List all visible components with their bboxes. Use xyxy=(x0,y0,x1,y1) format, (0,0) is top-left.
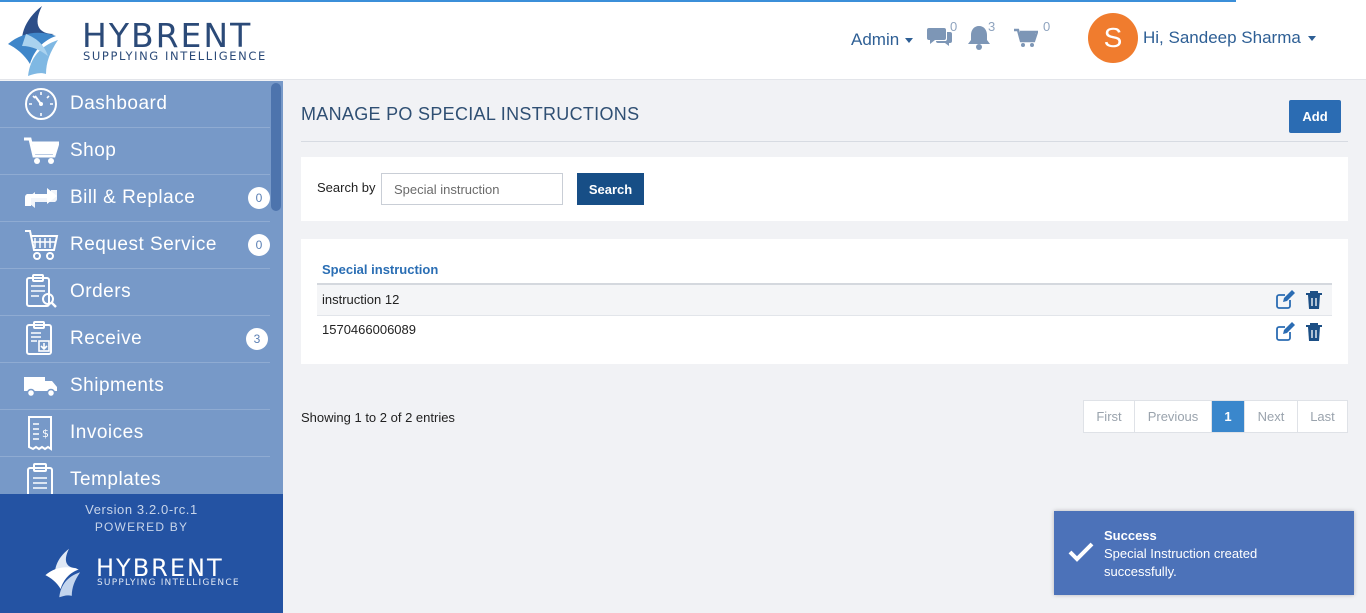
chevron-down-icon xyxy=(905,37,914,43)
entries-info: Showing 1 to 2 of 2 entries xyxy=(301,410,455,425)
svg-text:$: $ xyxy=(42,427,49,440)
table-cell: 1570466006089 xyxy=(322,322,416,337)
sidebar-item-label: Orders xyxy=(70,281,132,302)
version-text: Version 3.2.0-rc.1 xyxy=(85,502,198,517)
checkmark-icon xyxy=(1068,541,1094,563)
success-toast[interactable]: Success Special Instruction created succ… xyxy=(1054,511,1354,595)
sidebar-item-label: Bill & Replace xyxy=(70,187,196,208)
replace-icon xyxy=(22,180,60,216)
pagination-first[interactable]: First xyxy=(1084,401,1135,432)
delete-icon[interactable] xyxy=(1305,290,1325,310)
messages-count: 0 xyxy=(950,19,958,34)
notifications-count: 3 xyxy=(988,19,996,34)
edit-icon[interactable] xyxy=(1275,322,1295,342)
instructions-table: Special instruction instruction 12 15704… xyxy=(301,239,1348,364)
shopping-cart-icon xyxy=(1014,28,1039,47)
brand-logo[interactable]: HYBRENT SUPPLYING INTELLIGENCE xyxy=(6,4,286,78)
loading-bar xyxy=(0,0,1236,2)
sidebar: Dashboard Shop Bill & Replace 0 Request … xyxy=(0,81,283,494)
divider xyxy=(301,141,1348,142)
invoice-icon: $ xyxy=(22,415,60,451)
sidebar-item-label: Receive xyxy=(70,328,143,349)
toast-message: Special Instruction created successfully… xyxy=(1104,546,1258,579)
user-menu[interactable]: Hi, Sandeep Sharma xyxy=(1143,28,1316,48)
sidebar-item-label: Templates xyxy=(70,469,162,490)
cart-icon xyxy=(22,133,60,169)
sidebar-item-shop[interactable]: Shop xyxy=(0,128,270,175)
chevron-down-icon xyxy=(1307,35,1316,41)
avatar[interactable]: S xyxy=(1088,13,1138,63)
sidebar-item-shipments[interactable]: Shipments xyxy=(0,363,270,410)
dashboard-icon xyxy=(22,86,60,122)
service-icon xyxy=(22,227,60,263)
pagination-previous[interactable]: Previous xyxy=(1135,401,1212,432)
admin-label: Admin xyxy=(851,30,900,49)
sidebar-item-orders[interactable]: Orders xyxy=(0,269,270,316)
sidebar-item-templates[interactable]: Templates xyxy=(0,457,270,494)
search-label: Search by xyxy=(317,180,376,195)
sidebar-item-label: Request Service xyxy=(70,234,217,255)
sidebar-item-label: Invoices xyxy=(70,422,144,443)
cart-button[interactable] xyxy=(1014,28,1039,53)
truck-icon xyxy=(22,368,60,404)
sidebar-item-label: Dashboard xyxy=(70,93,168,114)
receive-icon xyxy=(22,321,60,357)
column-header-special-instruction[interactable]: Special instruction xyxy=(322,262,438,277)
pagination-page-1[interactable]: 1 xyxy=(1212,401,1245,432)
sidebar-badge: 0 xyxy=(248,234,270,256)
sidebar-item-invoices[interactable]: $ Invoices xyxy=(0,410,270,457)
cart-count: 0 xyxy=(1043,19,1051,34)
sidebar-item-label: Shop xyxy=(70,140,117,161)
brand-mark-icon xyxy=(8,6,58,76)
sidebar-item-label: Shipments xyxy=(70,375,165,396)
pagination: First Previous 1 Next Last xyxy=(1083,400,1348,433)
user-greeting: Hi, Sandeep Sharma xyxy=(1143,28,1301,47)
footer-logo-icon xyxy=(45,548,81,598)
sidebar-item-dashboard[interactable]: Dashboard xyxy=(0,81,270,128)
pagination-next[interactable]: Next xyxy=(1245,401,1298,432)
brand-subtitle: SUPPLYING INTELLIGENCE xyxy=(83,49,267,63)
table-row: instruction 12 xyxy=(317,285,1332,316)
page-title: MANAGE PO SPECIAL INSTRUCTIONS xyxy=(301,104,640,124)
admin-menu[interactable]: Admin xyxy=(851,30,914,50)
search-input[interactable] xyxy=(381,173,563,205)
delete-icon[interactable] xyxy=(1305,322,1325,342)
powered-by-text: POWERED BY xyxy=(94,520,189,534)
sidebar-badge: 3 xyxy=(246,328,268,350)
search-panel: Search by Search xyxy=(301,157,1348,221)
pagination-last[interactable]: Last xyxy=(1298,401,1347,432)
search-button[interactable]: Search xyxy=(577,173,644,205)
templates-icon xyxy=(22,462,60,494)
add-button[interactable]: Add xyxy=(1289,100,1341,133)
sidebar-badge: 0 xyxy=(248,187,270,209)
table-cell: instruction 12 xyxy=(322,292,400,307)
sidebar-scroll-thumb[interactable] xyxy=(271,83,281,211)
edit-icon[interactable] xyxy=(1275,290,1295,310)
footer-brand-subtitle: SUPPLYING INTELLIGENCE xyxy=(97,578,240,588)
top-header: HYBRENT SUPPLYING INTELLIGENCE Admin 0 3… xyxy=(0,0,1366,80)
orders-icon xyxy=(22,274,60,310)
toast-title: Success xyxy=(1104,528,1157,543)
sidebar-item-bill-replace[interactable]: Bill & Replace 0 xyxy=(0,175,270,222)
sidebar-footer: Version 3.2.0-rc.1 POWERED BY HYBRENT SU… xyxy=(0,494,283,613)
table-row: 1570466006089 xyxy=(317,316,1332,347)
sidebar-item-receive[interactable]: Receive 3 xyxy=(0,316,270,363)
sidebar-item-request-service[interactable]: Request Service 0 xyxy=(0,222,270,269)
